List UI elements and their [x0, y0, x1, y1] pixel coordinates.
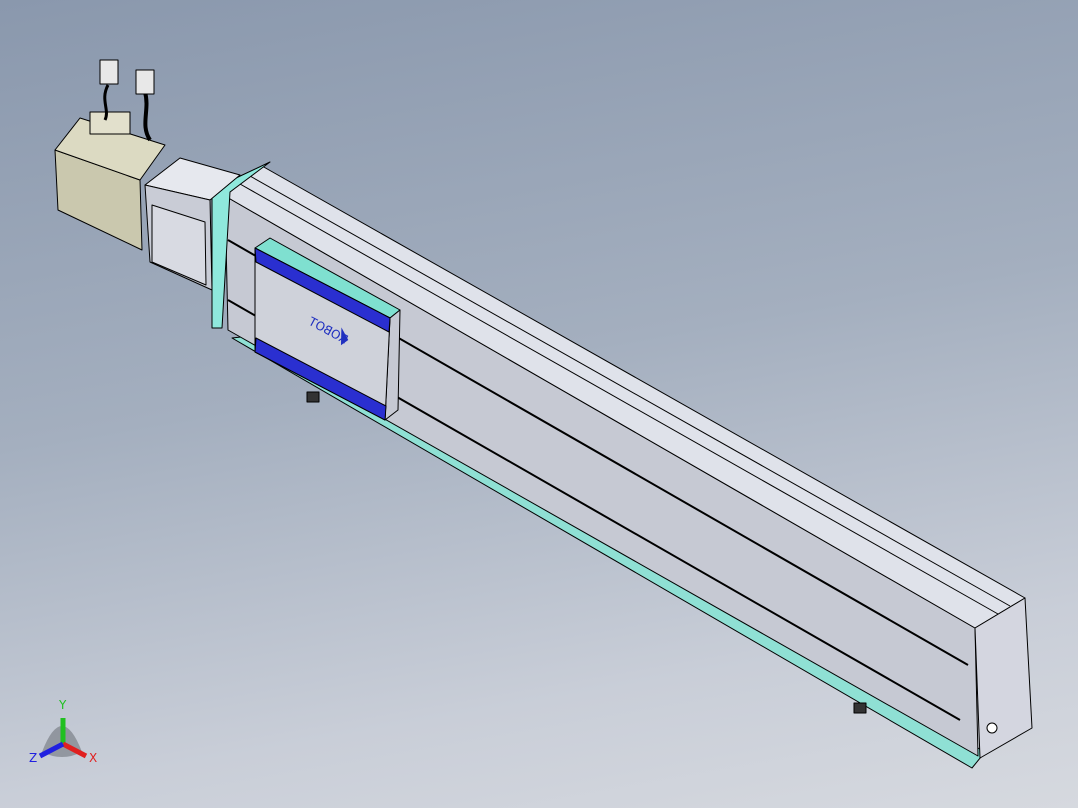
motor-cable: [103, 84, 110, 121]
motor-connector-block: [89, 111, 131, 135]
encoder-cable: [143, 91, 152, 142]
encoder-plug: [135, 69, 155, 95]
z-axis-label: Z: [29, 751, 37, 765]
motor-plug: [99, 59, 119, 85]
end-cap-hole: [986, 722, 998, 734]
sensor-flag: [306, 391, 320, 403]
x-axis-label: X: [89, 751, 97, 765]
model-view[interactable]: ROBOT Y X Z: [0, 0, 1078, 808]
linear-actuator-model[interactable]: ROBOT: [54, 59, 1033, 769]
graphics-viewport[interactable]: ROBOT Y X Z: [0, 0, 1078, 808]
y-axis-label: Y: [58, 698, 67, 712]
view-triad[interactable]: Y X Z: [29, 698, 97, 765]
limit-sensor: [853, 702, 867, 714]
